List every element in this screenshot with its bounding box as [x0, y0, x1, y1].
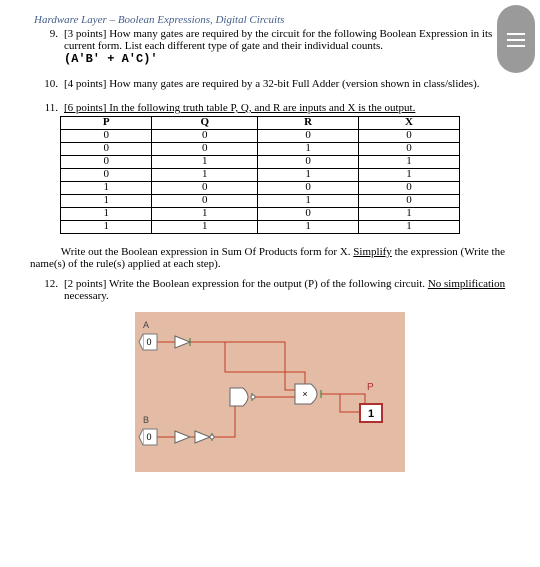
svg-text:1: 1 — [368, 408, 374, 420]
menu-icon — [497, 33, 535, 47]
table-cell: 0 — [258, 182, 359, 195]
truth-table: P Q R X 00000010010101111000101011011111 — [60, 116, 460, 234]
q12-text-prefix: [2 points] Write the Boolean expression … — [64, 278, 428, 290]
table-row: 0111 — [61, 169, 460, 182]
table-cell: 1 — [61, 208, 152, 221]
svg-text:0: 0 — [146, 432, 151, 442]
table-cell: 0 — [152, 130, 258, 143]
table-cell: 1 — [152, 169, 258, 182]
q10-number: 10. — [30, 78, 64, 90]
table-row: 1101 — [61, 208, 460, 221]
const-1-box: 1 — [360, 404, 382, 422]
table-cell: 1 — [359, 156, 460, 169]
table-cell: 0 — [359, 130, 460, 143]
table-row: 1000 — [61, 182, 460, 195]
col-P: P — [61, 117, 152, 130]
table-cell: 1 — [359, 169, 460, 182]
table-cell: 0 — [359, 143, 460, 156]
q12-number: 12. — [30, 278, 64, 290]
table-cell: 1 — [258, 221, 359, 234]
table-cell: 0 — [61, 156, 152, 169]
q11-para-simplify: Simplify — [353, 246, 392, 258]
mult-icon: × — [302, 389, 307, 399]
q9-expression: (A'B' + A'C)' — [64, 52, 158, 66]
question-10: 10. [4 points] How many gates are requir… — [30, 78, 510, 90]
table-cell: 1 — [61, 221, 152, 234]
table-header-row: P Q R X — [61, 117, 460, 130]
table-row: 0101 — [61, 156, 460, 169]
question-12: 12. [2 points] Write the Boolean express… — [30, 278, 510, 302]
table-cell: 1 — [152, 156, 258, 169]
table-cell: 1 — [61, 195, 152, 208]
table-cell: 0 — [61, 143, 152, 156]
table-cell: 1 — [152, 221, 258, 234]
section-title: Hardware Layer – Boolean Expressions, Di… — [34, 14, 510, 26]
table-row: 0000 — [61, 130, 460, 143]
table-cell: 1 — [152, 208, 258, 221]
table-cell: 1 — [359, 208, 460, 221]
table-row: 1111 — [61, 221, 460, 234]
q11-number: 11. — [30, 102, 64, 114]
drawer-handle[interactable] — [497, 5, 535, 73]
source-b-icon: 0 — [139, 429, 157, 445]
table-row: 1010 — [61, 195, 460, 208]
table-cell: 1 — [61, 182, 152, 195]
q9-number: 9. — [30, 28, 64, 40]
col-X: X — [359, 117, 460, 130]
col-R: R — [258, 117, 359, 130]
label-p: P — [367, 382, 374, 393]
q9-text: [3 points] How many gates are required b… — [64, 28, 492, 52]
table-cell: 0 — [258, 130, 359, 143]
svg-text:0: 0 — [146, 337, 151, 347]
table-cell: 1 — [359, 221, 460, 234]
table-cell: 1 — [258, 169, 359, 182]
table-cell: 0 — [258, 156, 359, 169]
table-cell: 0 — [152, 182, 258, 195]
q10-text: [4 points] How many gates are required b… — [64, 78, 479, 90]
table-cell: 0 — [61, 130, 152, 143]
label-b: B — [143, 415, 149, 425]
q11-paragraph: Write out the Boolean expression in Sum … — [30, 246, 510, 270]
table-cell: 0 — [258, 208, 359, 221]
q12-no-simpl: No simplification — [428, 278, 505, 290]
q11-para-prefix: Write out the Boolean expression in Sum … — [61, 246, 354, 258]
table-cell: 1 — [258, 195, 359, 208]
source-a-icon: 0 — [139, 334, 157, 350]
table-cell: 0 — [152, 143, 258, 156]
table-cell: 1 — [258, 143, 359, 156]
label-a: A — [143, 320, 149, 330]
table-cell: 0 — [61, 169, 152, 182]
col-Q: Q — [152, 117, 258, 130]
table-cell: 0 — [359, 182, 460, 195]
table-cell: 0 — [359, 195, 460, 208]
q12-text-suffix: necessary. — [64, 290, 109, 302]
question-9: 9. [3 points] How many gates are require… — [30, 28, 510, 66]
circuit-diagram: 0 A 0 B — [135, 312, 405, 472]
q11-lead: [6 points] In the following truth table … — [64, 102, 415, 114]
table-cell: 0 — [152, 195, 258, 208]
table-row: 0010 — [61, 143, 460, 156]
question-11: 11. [6 points] In the following truth ta… — [30, 102, 510, 114]
